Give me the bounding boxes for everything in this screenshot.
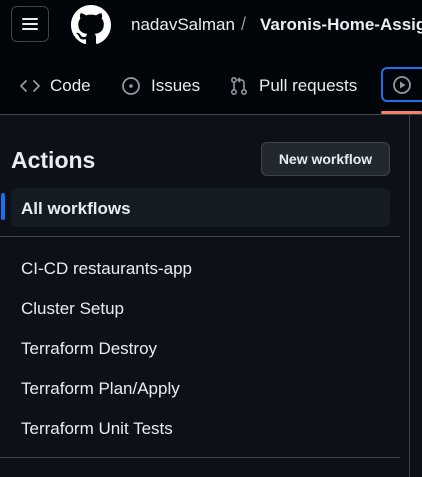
top-header: nadavSalman / Varonis-Home-Assig — [0, 0, 422, 56]
repo-owner-link[interactable]: nadavSalman — [131, 15, 235, 35]
actions-sidebar: Actions New workflow All workflows CI-CD… — [0, 115, 422, 477]
issue-opened-icon — [122, 77, 140, 95]
workflow-item[interactable]: CI-CD restaurants-app — [21, 259, 192, 279]
tab-pull-requests-label: Pull requests — [259, 76, 358, 95]
pull-request-icon — [230, 76, 248, 96]
code-icon — [20, 80, 40, 92]
hamburger-menu-button[interactable] — [11, 6, 49, 42]
repo-name-link[interactable]: Varonis-Home-Assig — [260, 15, 422, 35]
selected-indicator — [1, 193, 5, 220]
tab-pull-requests[interactable]: Pull requests — [229, 68, 357, 104]
divider — [0, 236, 400, 237]
workflow-item[interactable]: Cluster Setup — [21, 299, 124, 319]
github-logo-icon[interactable] — [71, 5, 111, 45]
tab-code[interactable]: Code — [20, 68, 91, 104]
play-icon — [393, 75, 411, 94]
workflow-item[interactable]: Terraform Unit Tests — [21, 419, 173, 439]
workflow-item[interactable]: Terraform Plan/Apply — [21, 379, 180, 399]
workflow-item[interactable]: Terraform Destroy — [21, 339, 157, 359]
active-tab-underline — [381, 111, 422, 114]
tab-issues[interactable]: Issues — [121, 68, 200, 104]
sidebar-vertical-divider — [409, 115, 410, 477]
repo-nav-tabs: Code Issues Pull requests A — [0, 56, 422, 115]
menu-icon — [22, 18, 38, 30]
tab-actions[interactable]: A — [381, 67, 422, 102]
all-workflows-label: All workflows — [21, 199, 131, 218]
path-separator: / — [241, 14, 247, 34]
divider — [0, 457, 400, 458]
new-workflow-button[interactable]: New workflow — [261, 142, 390, 176]
tab-issues-label: Issues — [151, 76, 201, 95]
tab-code-label: Code — [50, 76, 91, 95]
page-title: Actions — [11, 147, 96, 173]
